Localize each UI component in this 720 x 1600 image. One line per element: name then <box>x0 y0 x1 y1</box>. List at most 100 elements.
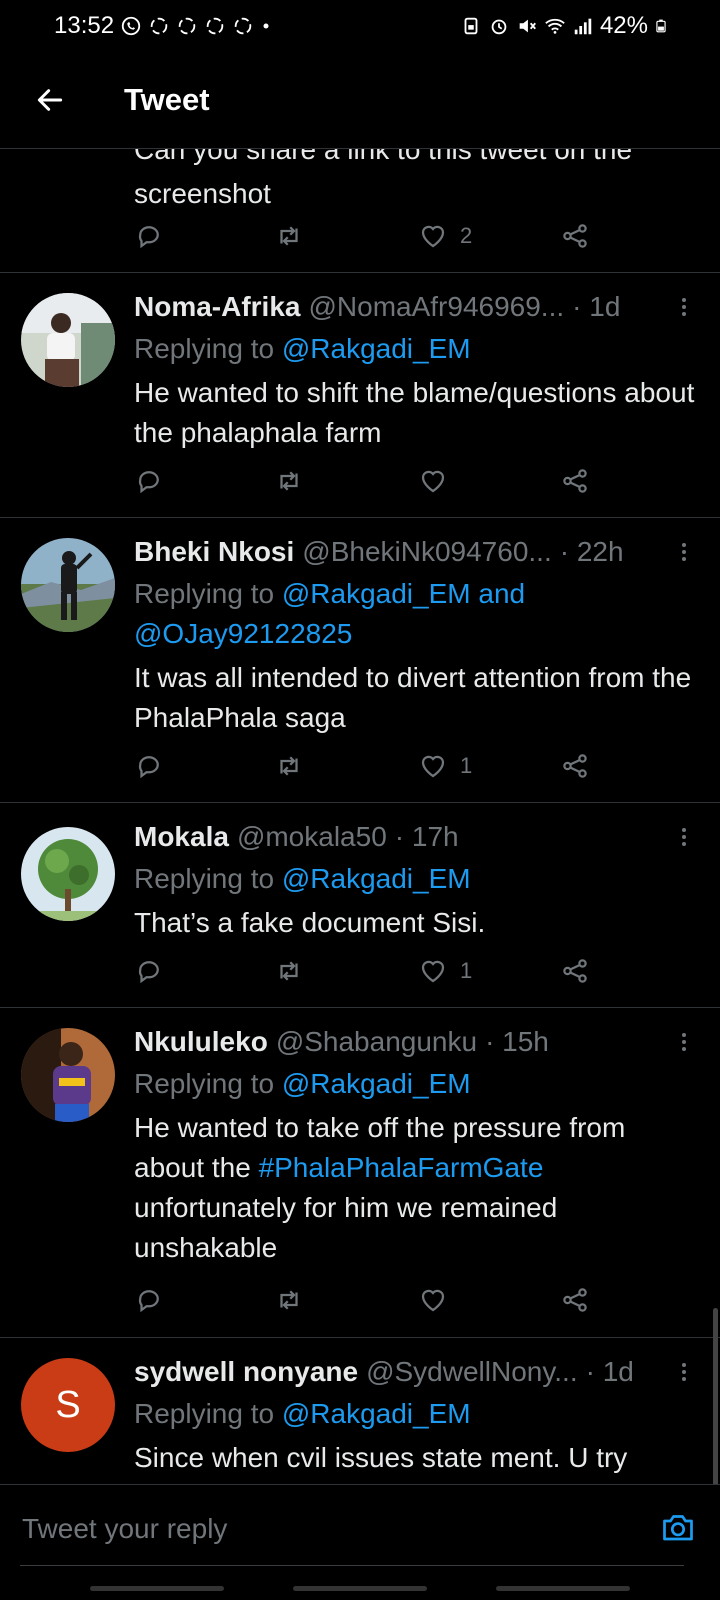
tweet-time: · 17h <box>394 821 459 852</box>
replying-to: Replying to @Rakgadi_EM <box>134 1394 696 1434</box>
tweet-text-line: Can you share a link to this tweet on th… <box>134 148 633 165</box>
more-options-button[interactable] <box>672 1030 696 1054</box>
reply-icon <box>138 756 159 779</box>
avatar[interactable] <box>21 293 115 387</box>
camera-icon <box>663 1515 693 1541</box>
reply-tweet[interactable]: Bheki Nkosi @BhekiNk094760... · 22h Repl… <box>0 518 720 803</box>
like-button[interactable] <box>418 466 460 496</box>
author-handle[interactable]: @NomaAfr946969... <box>308 291 564 323</box>
mention-link[interactable]: @Rakgadi_EM <box>282 1398 471 1429</box>
like-button[interactable]: 1 <box>418 956 472 986</box>
reply-feed[interactable]: Can you share a link to this tweet on th… <box>0 148 720 1484</box>
reply-button[interactable] <box>134 956 164 986</box>
notification-icon <box>232 15 254 37</box>
tweet-actions <box>134 1280 614 1320</box>
alarm-icon <box>488 15 510 37</box>
wifi-icon <box>544 15 566 37</box>
share-button[interactable] <box>560 751 590 781</box>
reply-tweet[interactable]: Mokala @mokala50 · 17h Replying to @Rakg… <box>0 803 720 1008</box>
share-button[interactable] <box>560 466 590 496</box>
like-button[interactable]: 2 <box>418 221 472 251</box>
mention-link[interactable]: @OJay92122825 <box>134 618 352 649</box>
reply-tweet[interactable]: Nkululeko @Shabangunku · 15h Replying to… <box>0 1008 720 1338</box>
tweet-text: It was all intended to divert attention … <box>134 662 692 733</box>
author-name[interactable]: Mokala <box>134 821 229 853</box>
retweet-icon <box>280 961 298 981</box>
avatar[interactable]: S <box>21 1358 115 1452</box>
tweet-text: Since when cvil issues state ment. U try <box>134 1442 628 1473</box>
more-options-button[interactable] <box>672 295 696 319</box>
retweet-button[interactable] <box>274 221 304 251</box>
tweet-header: Mokala @mokala50 · 17h <box>134 819 696 855</box>
tweet-actions <box>134 461 614 501</box>
reply-button[interactable] <box>134 751 164 781</box>
reply-input[interactable] <box>20 1503 624 1555</box>
reply-button[interactable] <box>134 466 164 496</box>
tweet-text-line: screenshot <box>134 178 271 209</box>
back-arrow-icon <box>37 89 63 111</box>
whatsapp-icon <box>120 15 142 37</box>
tweet-time: · 22h <box>559 536 624 567</box>
retweet-button[interactable] <box>274 466 304 496</box>
status-right: 42% <box>460 12 668 40</box>
page-title: Tweet <box>124 82 210 117</box>
mention-link[interactable]: @Rakgadi_EM <box>282 333 471 364</box>
share-icon <box>563 959 587 983</box>
scrollbar[interactable] <box>713 1308 718 1484</box>
author-name[interactable]: sydwell nonyane <box>134 1356 358 1388</box>
status-left: 13:52 <box>54 12 272 40</box>
vertical-dots-icon <box>682 298 686 316</box>
vertical-dots-icon <box>682 1033 686 1051</box>
hashtag-link[interactable]: #PhalaPhalaFarmGate <box>259 1152 544 1183</box>
nav-recents-pill[interactable] <box>90 1586 224 1591</box>
avatar[interactable] <box>21 538 115 632</box>
author-handle[interactable]: @mokala50 <box>237 821 387 853</box>
reply-tweet[interactable]: Noma-Afrika @NomaAfr946969... · 1d Reply… <box>0 273 720 518</box>
author-name[interactable]: Bheki Nkosi <box>134 536 294 568</box>
author-handle[interactable]: @BhekiNk094760... <box>302 536 551 568</box>
tweet-actions: 1 <box>134 746 614 786</box>
avatar[interactable] <box>21 1028 115 1122</box>
reply-button[interactable] <box>134 221 164 251</box>
back-button[interactable] <box>26 76 74 124</box>
mention-link[interactable]: @Rakgadi_EM and <box>282 578 525 609</box>
mention-link[interactable]: @Rakgadi_EM <box>282 1068 471 1099</box>
tweet-header: Bheki Nkosi @BhekiNk094760... · 22h <box>134 534 696 570</box>
retweet-button[interactable] <box>274 751 304 781</box>
dot-icon <box>260 20 272 32</box>
more-options-button[interactable] <box>672 1360 696 1384</box>
nav-home-pill[interactable] <box>293 1586 427 1591</box>
tweet-text: He wanted to shift the blame/questions a… <box>134 377 695 448</box>
camera-button[interactable] <box>658 1507 698 1547</box>
author-handle[interactable]: @SydwellNony... <box>366 1356 578 1388</box>
partial-tweet[interactable]: Can you share a link to this tweet on th… <box>0 148 720 273</box>
retweet-button[interactable] <box>274 1285 304 1315</box>
heart-icon <box>421 1289 445 1312</box>
mention-link[interactable]: @Rakgadi_EM <box>282 863 471 894</box>
like-button[interactable]: 1 <box>418 751 472 781</box>
status-bar: 13:52 42% <box>0 0 720 52</box>
author-handle[interactable]: @Shabangunku <box>276 1026 477 1058</box>
share-button[interactable] <box>560 956 590 986</box>
reply-button[interactable] <box>134 1285 164 1315</box>
share-button[interactable] <box>560 221 590 251</box>
author-name[interactable]: Noma-Afrika <box>134 291 300 323</box>
tweet-time: · 1d <box>585 1356 634 1387</box>
like-button[interactable] <box>418 1285 460 1315</box>
portrait-lock-icon <box>460 15 482 37</box>
avatar[interactable] <box>21 827 115 921</box>
share-button[interactable] <box>560 1285 590 1315</box>
nav-back-pill[interactable] <box>496 1586 630 1591</box>
reply-tweet[interactable]: S sydwell nonyane @SydwellNony... · 1d R… <box>0 1338 720 1484</box>
more-options-button[interactable] <box>672 540 696 564</box>
top-app-bar: Tweet <box>0 52 720 149</box>
share-icon <box>563 469 587 493</box>
author-name[interactable]: Nkululeko <box>134 1026 268 1058</box>
share-icon <box>563 1288 587 1312</box>
tweet-actions: 1 <box>134 951 614 991</box>
notification-icon <box>204 15 226 37</box>
avatar-letter: S <box>55 1383 81 1426</box>
retweet-button[interactable] <box>274 956 304 986</box>
more-options-button[interactable] <box>672 825 696 849</box>
replying-prefix: Replying to <box>134 1068 275 1099</box>
